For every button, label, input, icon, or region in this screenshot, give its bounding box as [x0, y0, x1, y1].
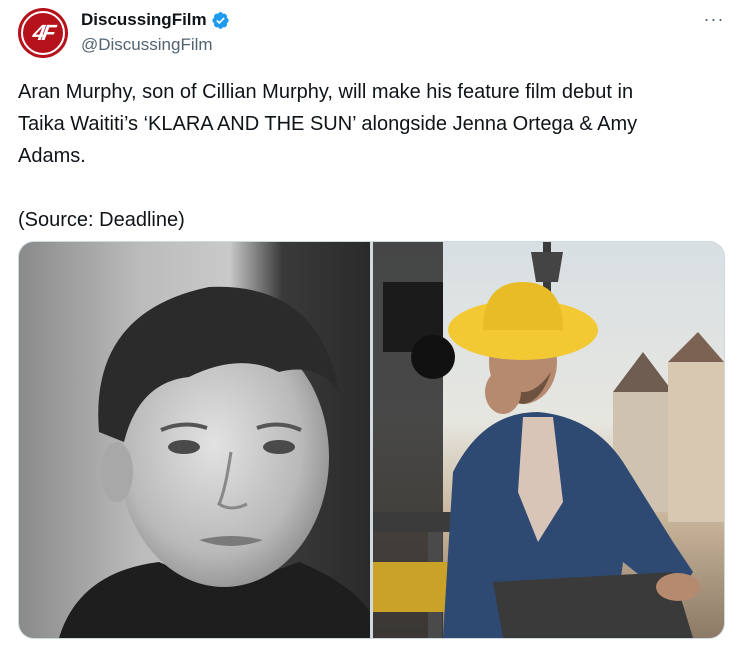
verified-badge-icon[interactable]: [211, 11, 230, 30]
avatar[interactable]: 4F: [18, 8, 68, 58]
author-name-row: DiscussingFilm: [81, 10, 230, 30]
author-display-name[interactable]: DiscussingFilm: [81, 10, 207, 30]
more-options-icon[interactable]: ···: [703, 10, 725, 32]
avatar-logo-text: 4F: [31, 20, 56, 45]
media-grid: [18, 241, 725, 639]
photo-portrait-aran-murphy[interactable]: [19, 242, 370, 638]
tweet-card: 4F DiscussingFilm @DiscussingFilm ··· Ar…: [0, 0, 737, 656]
avatar-ring: 4F: [21, 11, 65, 55]
tweet-text: Aran Murphy, son of Cillian Murphy, will…: [18, 81, 638, 231]
author-handle[interactable]: @DiscussingFilm: [81, 35, 213, 55]
photo-director-taika-waititi[interactable]: [373, 242, 724, 638]
